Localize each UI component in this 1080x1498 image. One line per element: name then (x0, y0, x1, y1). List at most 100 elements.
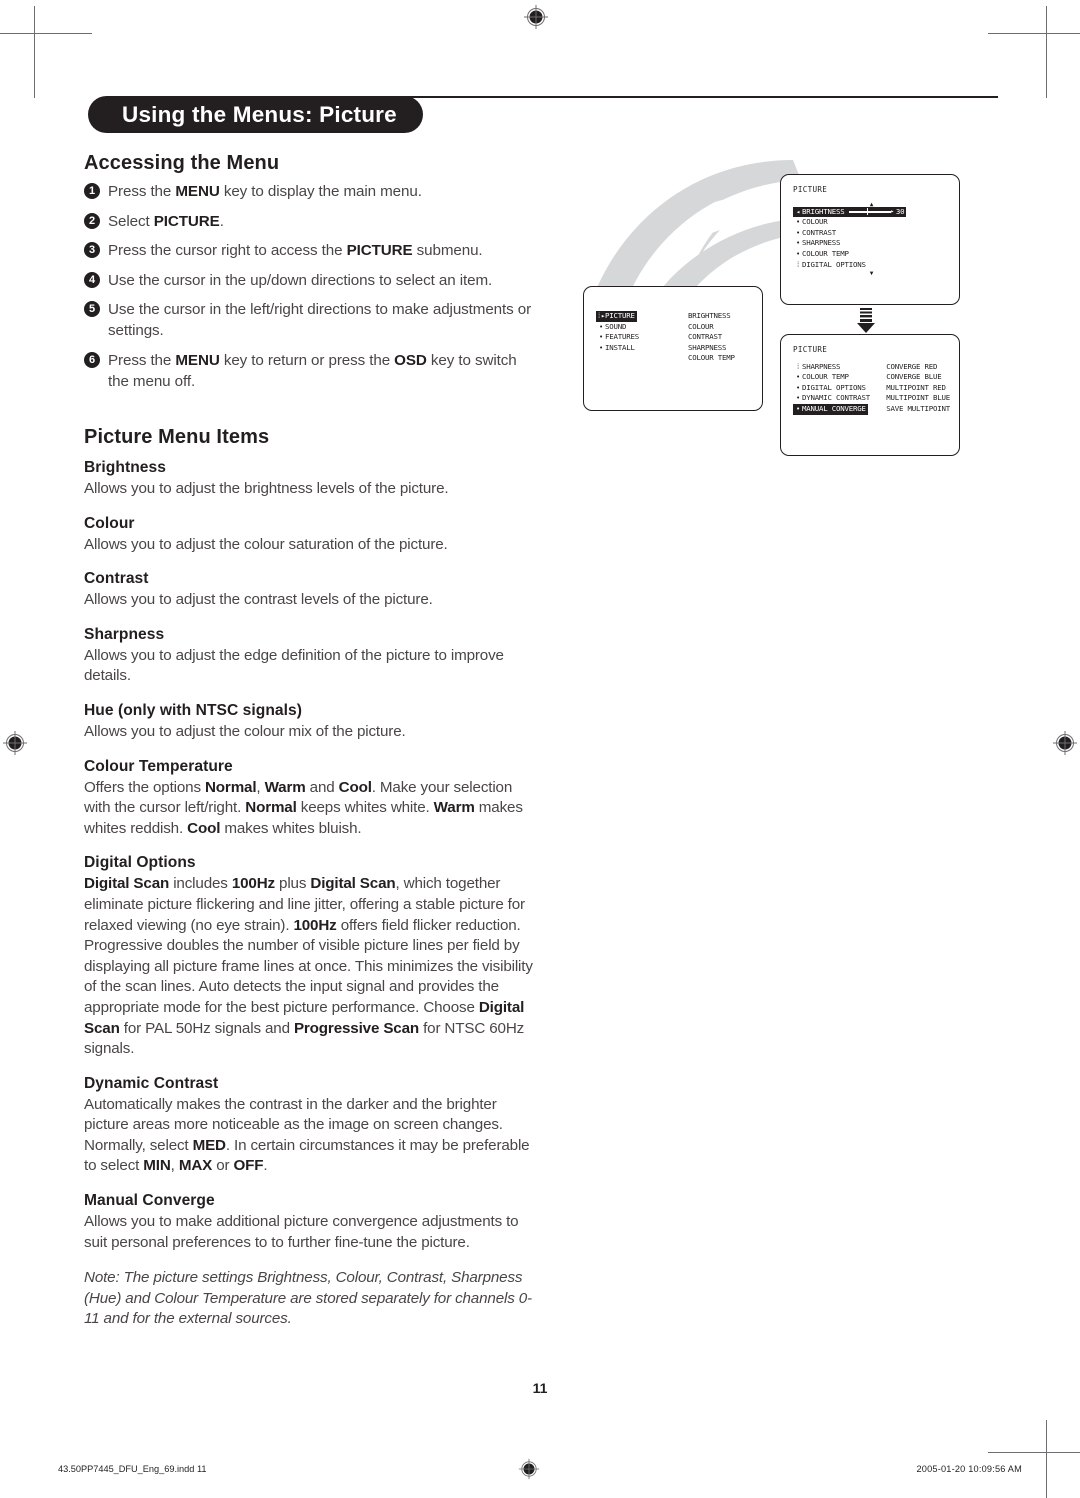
accessing-step: 3 Press the cursor right to access the PI… (84, 240, 536, 261)
osd-bullet-icon: • (795, 373, 800, 382)
osd-bullet-icon: • (598, 322, 603, 331)
osd-menu-item-label: SHARPNESS (802, 361, 841, 371)
step-text: Use the cursor in the up/down directions… (108, 271, 493, 289)
osd-submenu-label: COLOUR TEMP (688, 353, 735, 363)
menu-item-term: Colour (84, 514, 135, 532)
document-page: Using the Menus: Picture Accessing the M… (0, 0, 1080, 1498)
step-number-badge: 6 (84, 351, 100, 368)
osd-menu-row[interactable]: • INSTALL (596, 343, 682, 354)
osd-submenu-label: MULTIPOINT RED (886, 382, 946, 392)
osd-menu-item-label: CONTRAST (802, 227, 836, 237)
menu-item-description: Automatically makes the contrast in the … (84, 1095, 530, 1175)
osd-submenu-label: COLOUR (688, 321, 714, 331)
osd-menu-row[interactable]: • DYNAMIC CONTRAST (793, 393, 880, 404)
step-text: Select PICTURE. (108, 212, 224, 230)
osd-submenu-label: SAVE MULTIPOINT (886, 403, 950, 413)
osd-menu-item[interactable]: • DYNAMIC CONTRAST (793, 393, 872, 404)
osd-menu-row[interactable]: ◂ BRIGHTNESS ▸ 30 (793, 206, 950, 218)
osd-submenu-label-row: COLOUR TEMP (686, 353, 735, 364)
accessing-step: 2 Select PICTURE. (84, 211, 536, 232)
step-text: Press the MENU key to return or press th… (108, 351, 517, 390)
page-number: 11 (532, 1380, 548, 1396)
osd-bullet-icon: ⁞ (795, 362, 800, 371)
accessing-the-menu-heading: Accessing the Menu (84, 152, 280, 174)
osd-menu-item[interactable]: • CONTRAST (793, 228, 838, 239)
osd-submenu-label-row: CONTRAST (686, 332, 735, 343)
osd-menu-row[interactable]: • FEATURES (596, 332, 682, 343)
accessing-step: 4 Use the cursor in the up/down direction… (84, 270, 536, 291)
menu-item-term: Digital Options (84, 854, 196, 872)
osd-brightness-value: 30 (895, 206, 905, 216)
osd-main-menu-left-column: ⁞▸ PICTURE • SOUND • FEATURES • INSTALL (596, 311, 682, 364)
osd-brightness-slider[interactable]: ▸ 30 (848, 206, 905, 218)
registration-mark-left (2, 730, 28, 756)
menu-item-definition: Colour Temperature Offers the options Nor… (84, 758, 536, 840)
osd-menu-row[interactable]: • COLOUR TEMP (793, 372, 880, 383)
osd-menu-item[interactable]: ⁞ SHARPNESS (793, 362, 842, 373)
menu-item-description: Allows you to make additional picture co… (84, 1213, 519, 1251)
slider-knob[interactable] (866, 208, 869, 216)
osd-menu-item[interactable]: • DIGITAL OPTIONS (793, 383, 868, 394)
osd-menu-item-label: SOUND (605, 321, 627, 331)
osd-manual-converge-title: PICTURE (793, 345, 828, 354)
osd-bullet-icon: • (795, 249, 800, 258)
osd-menu-item[interactable]: ⁞ DIGITAL OPTIONS (793, 260, 868, 271)
menu-item-term: Sharpness (84, 625, 165, 643)
osd-main-menu-content: ⁞▸ PICTURE • SOUND • FEATURES • INSTALL BRIGHTN… (584, 287, 762, 410)
accessing-step: 6 Press the MENU key to return or press t… (84, 350, 536, 392)
slider-right-arrow-icon: ▸ (890, 207, 895, 215)
print-footer: 43.50PP7445_DFU_Eng_69.indd 11 2005-01-2… (58, 1464, 1022, 1474)
footer-filename: 43.50PP7445_DFU_Eng_69.indd 11 (58, 1464, 207, 1474)
osd-manual-converge-box: PICTURE ⁞ SHARPNESS • COLOUR TEMP • DIGITAL O… (780, 334, 960, 456)
osd-menu-row[interactable]: ⁞ DIGITAL OPTIONS (793, 260, 950, 271)
osd-menu-item-label: DYNAMIC CONTRAST (802, 393, 870, 403)
accessing-step: 1 Press the MENU key to display the main … (84, 181, 536, 202)
osd-bullet-icon: • (598, 343, 603, 352)
osd-menu-item[interactable]: • FEATURES (596, 332, 641, 343)
osd-menu-row[interactable]: • COLOUR TEMP (793, 249, 950, 260)
osd-menu-item[interactable]: • COLOUR TEMP (793, 372, 851, 383)
osd-submenu-label: CONTRAST (688, 332, 722, 342)
osd-menu-row[interactable]: • COLOUR (793, 217, 950, 228)
crop-mark-top-left-v (34, 6, 35, 98)
osd-menu-item[interactable]: • INSTALL (596, 343, 637, 354)
osd-menu-item-selected[interactable]: ◂ BRIGHTNESS ▸ 30 (793, 206, 907, 218)
osd-menu-item[interactable]: • COLOUR TEMP (793, 249, 851, 260)
menu-item-term: Dynamic Contrast (84, 1074, 219, 1092)
osd-menu-row[interactable]: ⁞▸ PICTURE (596, 311, 682, 322)
osd-manual-converge-content: PICTURE ⁞ SHARPNESS • COLOUR TEMP • DIGITAL O… (781, 335, 959, 455)
osd-submenu-label: MULTIPOINT BLUE (886, 393, 950, 403)
osd-menu-item-selected[interactable]: • MANUAL CONVERGE (793, 403, 868, 415)
crop-mark-bottom-right-h (988, 1452, 1080, 1453)
osd-menu-item[interactable]: • SOUND (596, 322, 628, 333)
osd-menu-row[interactable]: • SOUND (596, 322, 682, 333)
slider-track (848, 208, 891, 216)
osd-menu-item[interactable]: • COLOUR (793, 217, 830, 228)
osd-menu-row[interactable]: • MANUAL CONVERGE (793, 403, 880, 415)
menu-item-definition: Dynamic Contrast Automatically makes the … (84, 1075, 536, 1177)
osd-menu-row[interactable]: ⁞ SHARPNESS (793, 362, 880, 373)
step-text: Use the cursor in the left/right directi… (108, 301, 532, 339)
menu-item-definition: Sharpness Allows you to adjust the edge d… (84, 626, 536, 687)
footer-timestamp: 2005-01-20 10:09:56 AM (916, 1464, 1022, 1474)
step-number-badge: 1 (84, 183, 100, 199)
picture-settings-note: Note: The picture settings Brightness, C… (84, 1269, 532, 1328)
osd-menu-row[interactable]: • SHARPNESS (793, 238, 950, 249)
osd-menu-item-selected[interactable]: ⁞▸ PICTURE (596, 311, 637, 322)
osd-menu-item-label: SHARPNESS (802, 238, 841, 248)
osd-main-menu-right-column: BRIGHTNESS COLOUR CONTRAST SHARPNESS COLOUR … (686, 311, 735, 364)
registration-mark-right (1052, 730, 1078, 756)
osd-submenu-label-row: SAVE MULTIPOINT (884, 404, 950, 415)
osd-bullet-icon: • (795, 404, 800, 413)
osd-submenu-label-row: SHARPNESS (686, 343, 735, 354)
osd-menu-item[interactable]: • SHARPNESS (793, 238, 842, 249)
osd-menu-item-label: BRIGHTNESS (802, 206, 845, 216)
osd-menu-row[interactable]: • CONTRAST (793, 228, 950, 239)
crop-mark-top-right-h (988, 33, 1080, 34)
osd-menu-row[interactable]: • DIGITAL OPTIONS (793, 383, 880, 394)
crop-mark-top-left-h (0, 33, 92, 34)
step-number-badge: 3 (84, 242, 100, 258)
osd-menu-item-label: PICTURE (605, 311, 635, 320)
menu-item-description: Allows you to adjust the colour mix of t… (84, 722, 406, 740)
osd-submenu-label: CONVERGE BLUE (886, 372, 942, 382)
